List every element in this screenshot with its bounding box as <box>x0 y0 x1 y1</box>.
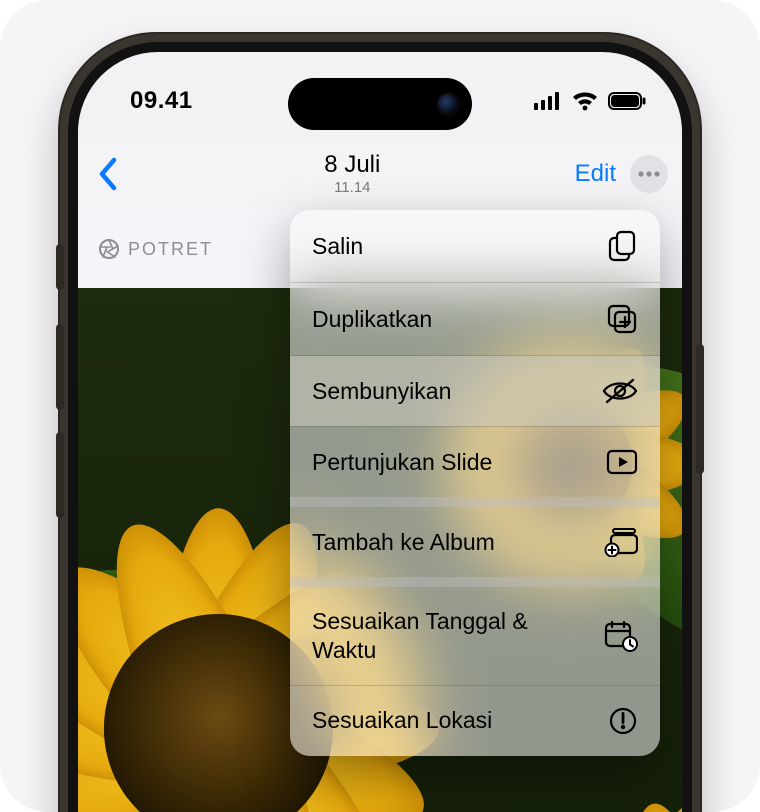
context-menu: Salin Duplikatkan <box>290 210 660 756</box>
add-album-icon <box>604 527 638 557</box>
menu-label: Salin <box>312 232 363 261</box>
duplicate-icon <box>606 303 638 335</box>
nav-title: 8 Juli 11.14 <box>130 152 575 196</box>
portrait-badge: POTRET <box>98 238 213 260</box>
menu-label: Tambah ke Album <box>312 528 495 557</box>
menu-item-add-album[interactable]: Tambah ke Album <box>290 507 660 577</box>
back-button[interactable] <box>86 157 130 191</box>
menu-item-slideshow[interactable]: Pertunjukan Slide <box>290 427 660 497</box>
volume-down-button <box>56 432 64 518</box>
hide-icon <box>602 378 638 404</box>
phone-frame: 09.41 <box>60 34 700 812</box>
status-icons <box>534 91 646 111</box>
menu-label: Sembunyikan <box>312 377 451 406</box>
stage: 09.41 <box>0 0 760 812</box>
ellipsis-icon <box>638 171 660 177</box>
menu-item-copy[interactable]: Salin <box>290 210 660 282</box>
edit-button[interactable]: Edit <box>575 160 616 188</box>
status-time: 09.41 <box>130 87 193 115</box>
wifi-icon <box>572 91 598 111</box>
status-bar: 09.41 <box>78 52 682 138</box>
power-button <box>696 344 704 474</box>
menu-label: Sesuaikan Tanggal & Waktu <box>312 607 582 665</box>
menu-item-hide[interactable]: Sembunyikan <box>290 356 660 426</box>
portrait-label: POTRET <box>128 239 213 260</box>
aperture-icon <box>98 238 120 260</box>
menu-item-duplicate[interactable]: Duplikatkan <box>290 283 660 355</box>
adjust-datetime-icon <box>604 620 638 652</box>
nav-time: 11.14 <box>130 179 575 196</box>
silent-switch <box>56 244 64 290</box>
cellular-icon <box>534 92 562 110</box>
chevron-left-icon <box>97 157 119 191</box>
battery-icon <box>608 92 646 110</box>
menu-label: Pertunjukan Slide <box>312 448 492 477</box>
nav-bar: 8 Juli 11.14 Edit <box>78 138 682 210</box>
copy-icon <box>608 230 638 262</box>
more-button[interactable] <box>630 155 668 193</box>
screen: 09.41 <box>78 52 682 812</box>
adjust-location-icon <box>608 706 638 736</box>
menu-label: Sesuaikan Lokasi <box>312 706 492 735</box>
menu-item-adjust-location[interactable]: Sesuaikan Lokasi <box>290 686 660 756</box>
menu-item-adjust-datetime[interactable]: Sesuaikan Tanggal & Waktu <box>290 587 660 685</box>
slideshow-icon <box>606 449 638 475</box>
volume-up-button <box>56 324 64 410</box>
nav-date: 8 Juli <box>130 152 575 177</box>
menu-label: Duplikatkan <box>312 305 432 334</box>
phone-rim: 09.41 <box>68 42 692 812</box>
